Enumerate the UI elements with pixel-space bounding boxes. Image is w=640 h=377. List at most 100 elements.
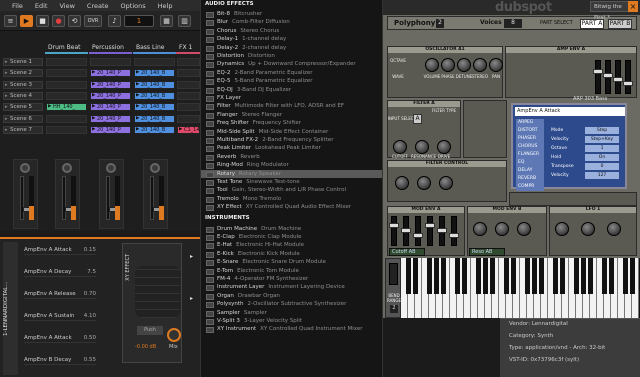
lcd-param-row[interactable]: Velocity 127 [551,172,621,180]
menu-item[interactable]: Peak Limiter Lookahead Peak Limiter [201,144,382,153]
menu-item[interactable]: FX Layer [201,94,382,103]
clip-slot[interactable] [177,114,200,123]
black-key[interactable] [455,258,460,294]
menu-item[interactable]: Instrument Layer Instrument Layering Devi… [201,283,382,292]
osc-knob[interactable] [441,58,455,72]
mod-env-slider[interactable] [449,216,459,246]
volume-fader[interactable] [62,176,75,220]
voices-value[interactable]: 8 [504,19,522,28]
reso-ab-display[interactable]: Reso AB [469,248,505,256]
slider-handle[interactable] [389,223,399,228]
lfo2-knob[interactable] [607,222,621,236]
black-key[interactable] [588,258,593,294]
device-arrows[interactable]: ▸ ▸ [190,253,198,353]
param-value[interactable]: 0.15 [84,245,96,255]
param-value[interactable]: 4.10 [84,311,96,321]
clip[interactable]: 20_140_B [134,91,175,100]
track-header[interactable]: FX 1 [176,42,200,54]
lcd-button[interactable]: PHASER [516,135,544,143]
black-key[interactable] [413,258,418,294]
bend-range-value[interactable]: 2 [390,305,398,313]
black-key[interactable] [483,258,488,294]
lcd-button[interactable]: ARPEG [516,119,544,127]
black-key[interactable] [462,258,467,294]
scene-button[interactable]: Scene 2 [3,69,43,78]
clip[interactable]: 20_140_B [134,103,175,112]
slider-handle[interactable] [413,233,423,238]
lfo-knob[interactable] [517,222,531,236]
menu-item[interactable]: Filter Multimode Filter with LFO, ADSR an… [201,102,382,111]
lcd-param-row[interactable]: Octave 1 [551,145,621,153]
menu-options[interactable]: Options [121,2,146,10]
menu-item[interactable]: E-Tom Electronic Tom Module [201,267,382,275]
device-param[interactable]: AmpEnv A Decay 7.5 [24,267,96,277]
param-value[interactable]: 0.70 [84,289,96,299]
menu-file[interactable]: File [12,2,23,10]
black-key[interactable] [602,258,607,294]
menu-item[interactable]: Tremolo Mono Tremolo [201,195,382,204]
menu-item[interactable]: XY Effect XY Controlled Quad Audio Effect… [201,203,382,212]
pan-knob[interactable] [62,163,72,173]
filter-knob[interactable] [393,140,407,154]
black-key[interactable] [490,258,495,294]
lcd-button[interactable]: COMPR [516,183,544,191]
metronome-icon[interactable]: ♪ [108,15,121,27]
black-key[interactable] [609,258,614,294]
push-button[interactable]: Push [137,326,163,335]
lcd-button[interactable]: FLANGER [516,151,544,159]
black-key[interactable] [434,258,439,294]
stop-button[interactable]: ■ [36,15,49,27]
pan-knob[interactable] [106,163,116,173]
menu-help[interactable]: Help [158,2,173,10]
menu-item[interactable]: Reverb Reverb [201,153,382,162]
input-select-value[interactable]: A [413,114,422,124]
lfo-knob[interactable] [473,222,487,236]
mixer-icon[interactable]: ▥ [178,15,191,27]
clip[interactable]: 20_140_P [90,114,131,123]
menu-item[interactable]: Polysynth 2-Oscillator Subtractive Synthe… [201,300,382,309]
clip[interactable]: 20_140_P [90,91,131,100]
clip-slot[interactable] [134,58,175,66]
clip[interactable]: C1_140_F [177,125,200,134]
clip-slot[interactable] [46,80,87,89]
amp-env-slider[interactable] [613,60,623,94]
arranger-icon[interactable]: ▦ [160,15,173,27]
amp-env-slider[interactable] [593,60,603,94]
piano-keyboard[interactable] [401,258,640,318]
mod-env-slider[interactable] [389,216,399,246]
device-param[interactable]: AmpEnv A Release 0.70 [24,289,96,299]
menu-icon[interactable]: ≡ [4,15,17,27]
menu-item[interactable]: Organ Drawbar Organ [201,292,382,301]
param-value[interactable]: 0.55 [84,355,96,365]
clip-slot[interactable] [46,125,87,134]
menu-item[interactable]: Delay-1 1-channel delay [201,35,382,44]
filter-knob[interactable] [415,140,429,154]
pitch-wheel[interactable] [389,263,398,285]
menu-item[interactable]: V-Split 3 3-Layer Velocity Split [201,317,382,326]
xy-pad[interactable] [135,266,181,318]
pan-knob[interactable] [150,163,160,173]
slider-handle[interactable] [437,228,447,233]
menu-item[interactable]: EQ-5 5-Band Parametric Equalizer [201,77,382,86]
scene-button[interactable]: Scene 6 [3,114,43,123]
black-key[interactable] [532,258,537,294]
black-key[interactable] [476,258,481,294]
lcd-button[interactable]: DISTORT [516,127,544,135]
slider-handle[interactable] [613,77,623,82]
menu-item[interactable]: EQ-2 2-Band Parametric Equalizer [201,69,382,78]
filter-control-knob[interactable] [439,176,453,190]
menu-item[interactable]: FM-4 4-Operator FM Synthesizer [201,275,382,284]
menu-item[interactable]: Flanger Stereo Flanger [201,111,382,120]
menu-item[interactable]: Bit-8 Bitcrusher [201,10,382,19]
menu-item[interactable]: Ring-Mod Ring Modulator [201,161,382,170]
slider-handle[interactable] [593,69,603,74]
mod-env-slider[interactable] [425,216,435,246]
play-button[interactable]: ▶ [20,15,33,27]
lcd-param-row[interactable]: Velocity Step+Key [551,136,621,144]
menu-view[interactable]: View [59,2,74,10]
scene-button[interactable]: Scene 4 [3,91,43,100]
mod-env-slider[interactable] [437,216,447,246]
amp-env-slider[interactable] [603,60,613,94]
param-value[interactable]: 0.50 [84,333,96,343]
clip[interactable]: 20_140_B [134,125,175,134]
